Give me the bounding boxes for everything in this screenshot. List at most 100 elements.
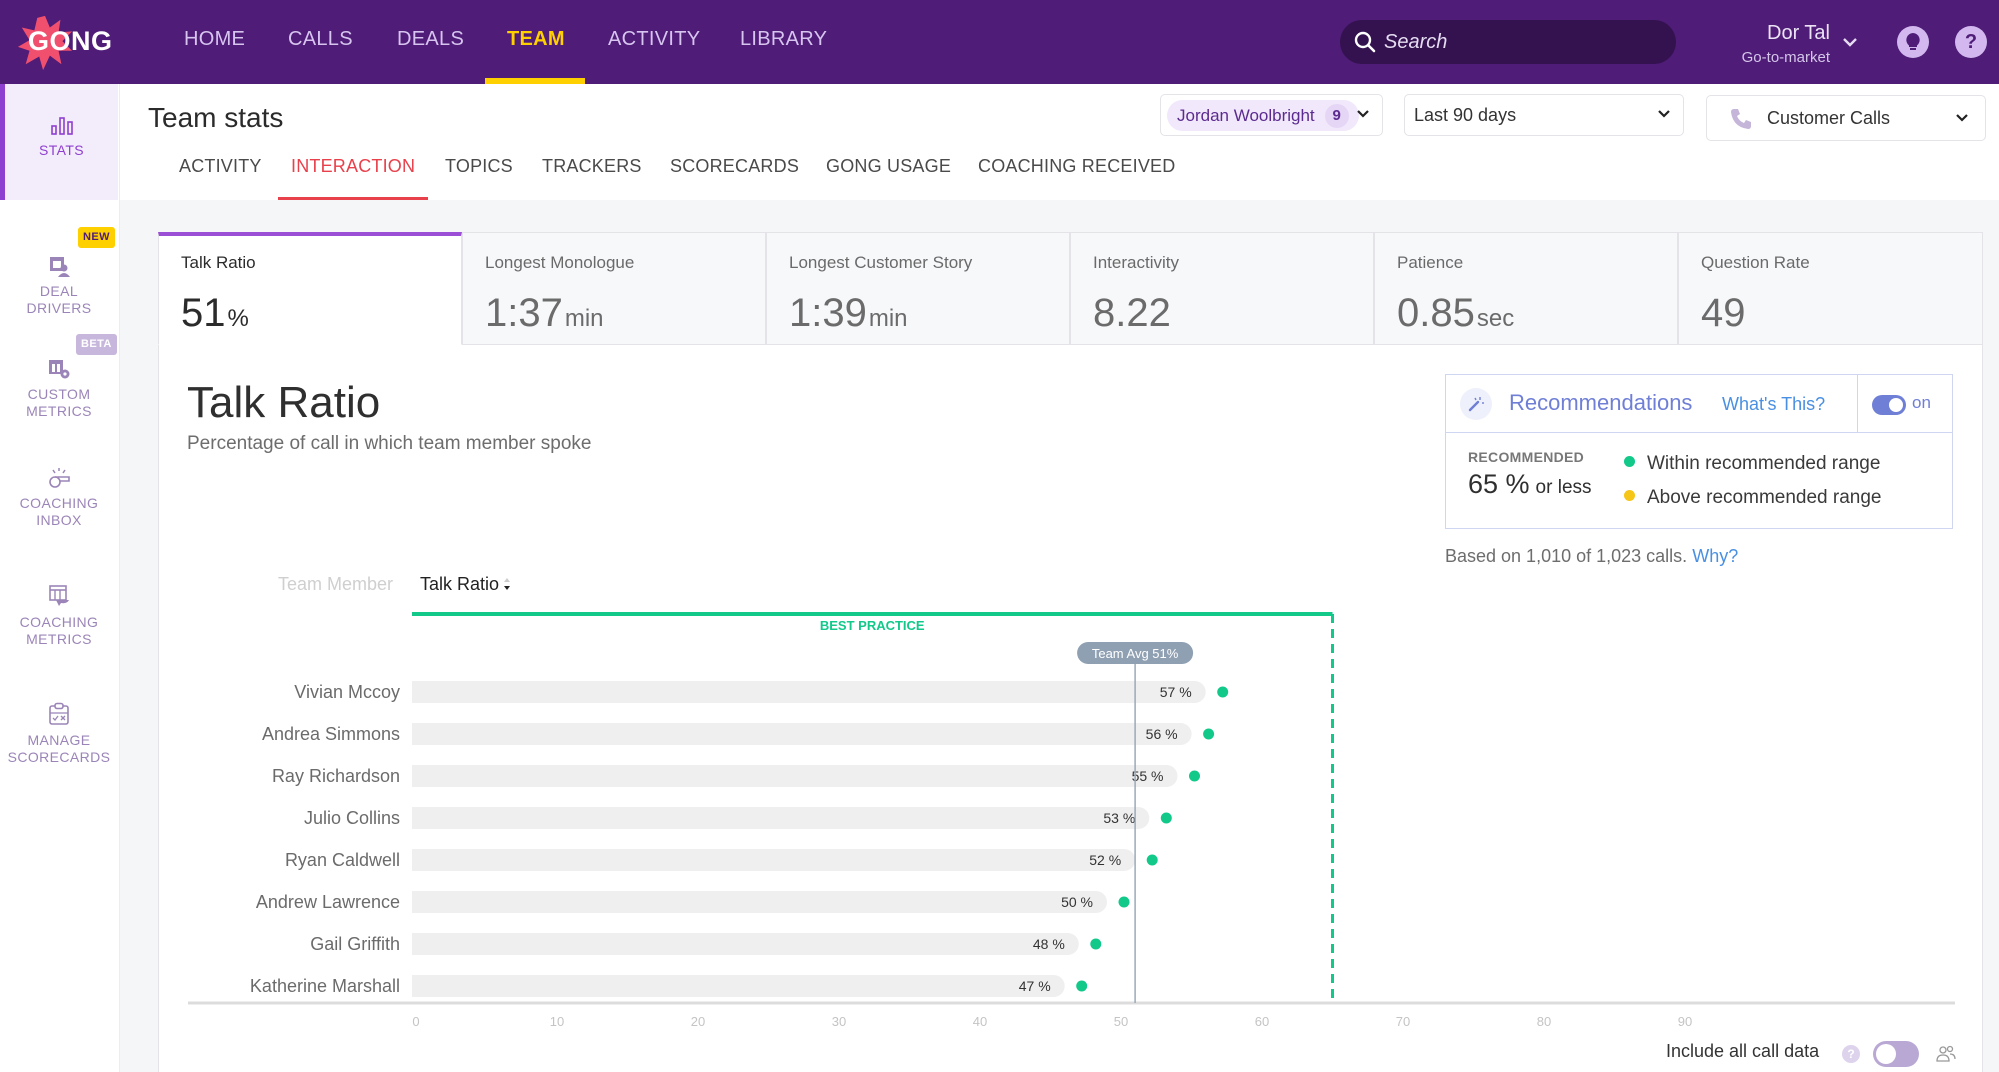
gong-logo[interactable]: GONG (12, 12, 122, 74)
recommendations-toggle-cell: on (1857, 375, 1952, 433)
sidebar-item-stats[interactable]: STATS (0, 84, 118, 200)
recommendations-panel: Recommendations What's This? on RECOMMEN… (1445, 374, 1953, 529)
sidebar-item-label: METRICS (26, 631, 92, 647)
sidebar-item-label: STATS (38, 142, 85, 158)
metric-unit: % (227, 305, 249, 332)
sidebar-item-custom-metrics[interactable]: BETA CUSTOM METRICS (0, 328, 118, 448)
metric-number: 51 (181, 291, 226, 335)
based-on-label: Based on 1,010 of 1,023 calls. (1445, 546, 1688, 566)
chevron-down-icon (1956, 114, 1968, 122)
member-pill: Jordan Woolbright 9 (1167, 100, 1359, 131)
metric-label: Interactivity (1093, 253, 1179, 272)
page-title: Team stats (148, 102, 284, 133)
team-member-dropdown[interactable]: Jordan Woolbright 9 (1160, 94, 1383, 136)
new-badge: NEW (78, 227, 115, 248)
nav-library[interactable]: LIBRARY (740, 28, 827, 51)
sidebar-item-label: COACHING (19, 495, 99, 511)
metric-card-question-rate[interactable]: Question Rate 49 (1678, 232, 1983, 345)
nav-calls[interactable]: CALLS (288, 28, 353, 51)
tab-trackers[interactable]: TRACKERS (542, 156, 642, 177)
period-dropdown[interactable]: Last 90 days (1404, 94, 1684, 136)
help-icon[interactable]: ? (1955, 26, 1987, 58)
metric-card-longest-customer-story[interactable]: Longest Customer Story 1:39min (766, 232, 1070, 345)
sidebar-item-label: SCORECARDS (7, 749, 111, 765)
chevron-down-icon (1357, 110, 1369, 118)
search-icon (1354, 31, 1376, 53)
tab-topics[interactable]: TOPICS (445, 156, 513, 177)
recommendations-toggle[interactable] (1872, 395, 1906, 415)
include-all-call-data-toggle[interactable] (1873, 1041, 1919, 1067)
toggle-state-label: on (1912, 393, 1931, 412)
nav-deals[interactable]: DEALS (397, 28, 464, 51)
metric-card-interactivity[interactable]: Interactivity 8.22 (1070, 232, 1374, 345)
main-panel (158, 232, 1983, 1072)
metric-number: 1:37 (485, 291, 563, 335)
metric-label: Longest Customer Story (789, 253, 973, 272)
metric-card-talk-ratio[interactable]: Talk Ratio 51% (158, 232, 462, 345)
phone-icon (1731, 109, 1751, 129)
tab-gong-usage[interactable]: GONG USAGE (826, 156, 951, 177)
search-input[interactable] (1384, 20, 1664, 64)
sidebar-item-label: METRICS (26, 403, 92, 419)
tab-coaching-received[interactable]: COACHING RECEIVED (978, 156, 1175, 177)
user-role: Go-to-market (1741, 49, 1830, 66)
member-count-badge: 9 (1324, 103, 1349, 128)
people-icon[interactable] (1936, 1044, 1956, 1064)
sidebar-item-coaching-metrics[interactable]: COACHING METRICS (0, 584, 118, 694)
metric-label: Patience (1397, 253, 1464, 272)
why-link[interactable]: Why? (1692, 546, 1738, 566)
recommended-label: RECOMMENDED (1468, 449, 1585, 465)
sidebar-item-manage-scorecards[interactable]: MANAGE SCORECARDS (0, 702, 118, 812)
recommended-number: 65 % (1468, 469, 1530, 499)
legend-above-range: Above recommended range (1624, 487, 1881, 509)
metric-card-longest-monologue[interactable]: Longest Monologue 1:37min (462, 232, 766, 345)
tab-activity[interactable]: ACTIVITY (179, 156, 262, 177)
recommendations-header: Recommendations What's This? on (1446, 375, 1952, 433)
metric-value: 1:39min (789, 291, 908, 336)
chevron-down-icon[interactable] (1842, 36, 1858, 48)
lightbulb-icon[interactable] (1897, 26, 1929, 58)
recommended-value: 65 % or less (1468, 469, 1592, 500)
metric-card-patience[interactable]: Patience 0.85sec (1374, 232, 1678, 345)
include-all-call-data-label: Include all call data (1666, 1041, 1820, 1061)
sidebar-item-deal-drivers[interactable]: NEW DEAL DRIVERS (0, 227, 118, 337)
sidebar-item-label: MANAGE (27, 732, 91, 748)
nav-team[interactable]: TEAM (507, 28, 565, 51)
whats-this-link[interactable]: What's This? (1722, 394, 1825, 415)
user-name[interactable]: Dor Tal (1740, 22, 1830, 45)
sidebar-item-coaching-inbox[interactable]: COACHING INBOX (0, 467, 118, 577)
metric-label: Question Rate (1701, 253, 1810, 272)
top-navigation-bar: GONG HOME CALLS DEALS TEAM ACTIVITY LIBR… (0, 0, 1999, 84)
coaching-metrics-icon (49, 585, 69, 606)
legend-label: Within recommended range (1647, 453, 1881, 474)
metric-unit: min (564, 305, 604, 332)
metric-value: 51% (181, 291, 249, 336)
nav-activity[interactable]: ACTIVITY (608, 28, 700, 51)
tab-scorecards[interactable]: SCORECARDS (670, 156, 799, 177)
lightbulb-glyph (1906, 33, 1920, 50)
active-tab-indicator (278, 197, 428, 200)
green-dot-icon (1624, 456, 1635, 468)
search-box[interactable] (1340, 20, 1676, 64)
column-header-team-member[interactable]: Team Member (278, 574, 393, 595)
recommendations-title: Recommendations (1509, 390, 1693, 415)
magic-wand-icon (1460, 388, 1492, 420)
sidebar-item-label: CUSTOM (27, 386, 91, 402)
sidebar-item-label: DEAL (39, 283, 79, 299)
help-icon[interactable]: ? (1842, 1045, 1860, 1063)
nav-home[interactable]: HOME (184, 28, 245, 51)
metric-number: 1:39 (789, 291, 867, 335)
metric-label: Talk Ratio (181, 253, 256, 272)
sidebar-item-label: DRIVERS (26, 300, 92, 316)
sidebar-item-label: INBOX (36, 512, 82, 528)
column-header-label: Talk Ratio (420, 574, 500, 594)
recommended-suffix: or less (1535, 477, 1592, 498)
column-header-talk-ratio[interactable]: Talk Ratio (420, 574, 513, 595)
based-on-text: Based on 1,010 of 1,023 calls. Why? (1445, 546, 1738, 567)
metric-value: 1:37min (485, 291, 604, 336)
metric-number: 49 (1701, 291, 1746, 335)
call-type-dropdown[interactable]: Customer Calls (1706, 95, 1986, 141)
legend-label: Above recommended range (1647, 487, 1882, 508)
tab-interaction[interactable]: INTERACTION (291, 156, 415, 177)
member-name: Jordan Woolbright (1177, 105, 1315, 125)
